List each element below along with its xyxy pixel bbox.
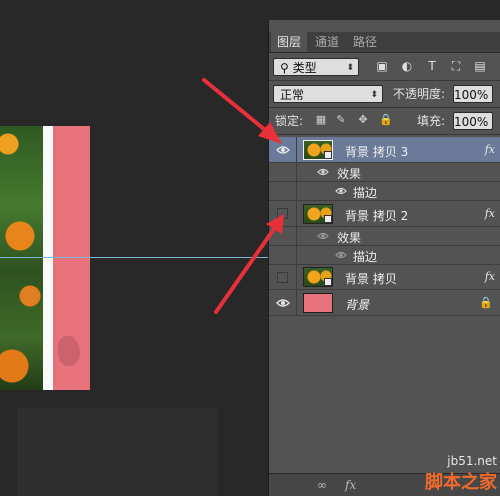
- layer-effects-icon[interactable]: fx: [485, 207, 495, 220]
- divider: [269, 134, 500, 135]
- smart-object-icon: [324, 215, 332, 223]
- lock-transparent-icon[interactable]: ▦: [315, 114, 327, 126]
- stroke-effect-row[interactable]: 描边: [269, 182, 500, 201]
- lock-label: 锁定:: [275, 114, 304, 128]
- tab-channels[interactable]: 通道: [309, 32, 345, 52]
- pixel-filter-icon[interactable]: ▣: [375, 59, 389, 73]
- canvas-shadow-area: [17, 408, 218, 496]
- smart-object-icon: [324, 278, 332, 286]
- watermark-name: 脚本之家: [425, 472, 497, 493]
- layer-row-background[interactable]: 背景 🔒: [269, 290, 500, 316]
- layer-name[interactable]: 背景: [345, 296, 369, 313]
- fill-input[interactable]: 100%: [453, 112, 493, 130]
- lock-brush-icon[interactable]: ✎: [335, 114, 347, 126]
- flower-photo-image: [0, 126, 43, 390]
- shape-filter-icon[interactable]: ⛶: [449, 59, 463, 73]
- opacity-input[interactable]: 100%: [453, 85, 493, 103]
- select-arrows-icon: ⬍: [370, 90, 378, 100]
- add-style-icon[interactable]: fx: [345, 478, 356, 492]
- lock-all-icon[interactable]: 🔒: [379, 114, 393, 126]
- layer-thumbnail: [303, 204, 333, 224]
- layer-filter-select[interactable]: ⚲ 类型 ⬍: [273, 58, 359, 76]
- white-stroke-bar: [43, 126, 53, 390]
- effects-label: 效果: [337, 167, 362, 181]
- visibility-toggle[interactable]: [277, 272, 288, 283]
- layer-thumbnail: [303, 267, 333, 287]
- eye-icon[interactable]: [276, 144, 290, 156]
- eye-icon[interactable]: [317, 167, 329, 177]
- effects-label: 效果: [337, 231, 362, 245]
- link-layers-icon[interactable]: ∞: [317, 478, 327, 492]
- eye-icon[interactable]: [335, 186, 347, 196]
- effects-row[interactable]: 效果: [269, 227, 500, 246]
- search-icon: ⚲: [280, 61, 293, 75]
- layer-lock-icon: 🔒: [479, 296, 493, 309]
- watermark-site: jb51.net: [447, 454, 497, 468]
- layer-row-background-copy-3[interactable]: 背景 拷贝 3 fx: [269, 137, 500, 163]
- layer-thumbnail: [303, 140, 333, 160]
- blend-row: 正常 ⬍ 不透明度: 100%: [269, 81, 500, 107]
- visibility-column: [269, 227, 297, 245]
- lock-move-icon[interactable]: ✥: [357, 114, 369, 126]
- tab-layers[interactable]: 图层: [271, 32, 308, 52]
- lock-row: 锁定: ▦ ✎ ✥ 🔒 填充: 100%: [269, 108, 500, 134]
- tab-paths[interactable]: 路径: [347, 32, 383, 52]
- adjustment-filter-icon[interactable]: ◐: [400, 59, 414, 73]
- ink-mark-image: [58, 336, 80, 366]
- select-arrows-icon: ⬍: [346, 63, 354, 73]
- visibility-column: [269, 246, 297, 264]
- filter-row: ⚲ 类型 ⬍ ▣ ◐ T ⛶ ▤: [269, 54, 500, 80]
- stroke-effect-label: 描边: [353, 186, 378, 200]
- layer-row-background-copy-2[interactable]: 背景 拷贝 2 fx: [269, 201, 500, 227]
- blend-mode-select[interactable]: 正常 ⬍: [273, 85, 383, 103]
- eye-icon[interactable]: [276, 297, 290, 309]
- opacity-label: 不透明度:: [393, 87, 446, 101]
- layer-effects-icon[interactable]: fx: [485, 270, 495, 283]
- layers-panel: 图层 通道 路径 ⚲ 类型 ⬍ ▣ ◐ T ⛶ ▤ 正常 ⬍ 不透明度: 100…: [268, 20, 500, 496]
- visibility-column: [269, 182, 297, 200]
- layer-thumbnail: [303, 293, 333, 313]
- horizontal-guide-line[interactable]: [0, 257, 268, 258]
- layer-effects-icon[interactable]: fx: [485, 143, 495, 156]
- fill-label: 填充:: [417, 114, 446, 128]
- smart-object-filter-icon[interactable]: ▤: [473, 59, 487, 73]
- stroke-effect-row[interactable]: 描边: [269, 246, 500, 265]
- eye-icon[interactable]: [317, 231, 329, 241]
- smart-object-icon: [324, 151, 332, 159]
- document-canvas[interactable]: [0, 126, 90, 390]
- blend-mode-value: 正常: [280, 88, 305, 102]
- watermark-logo: jb51.net 脚本之家: [425, 454, 497, 494]
- panel-tab-bar: 图层 通道 路径: [269, 32, 500, 53]
- visibility-toggle[interactable]: [277, 208, 288, 219]
- layer-filter-label: 类型: [292, 61, 317, 75]
- effects-row[interactable]: 效果: [269, 163, 500, 182]
- layer-row-background-copy[interactable]: 背景 拷贝 fx: [269, 265, 500, 290]
- layer-name[interactable]: 背景 拷贝 2: [345, 207, 408, 224]
- eye-icon[interactable]: [335, 250, 347, 260]
- type-filter-icon[interactable]: T: [425, 59, 439, 73]
- stroke-effect-label: 描边: [353, 250, 378, 264]
- layer-name[interactable]: 背景 拷贝: [345, 270, 397, 287]
- visibility-column: [269, 163, 297, 181]
- canvas-area[interactable]: [0, 0, 268, 496]
- layer-name[interactable]: 背景 拷贝 3: [345, 143, 408, 160]
